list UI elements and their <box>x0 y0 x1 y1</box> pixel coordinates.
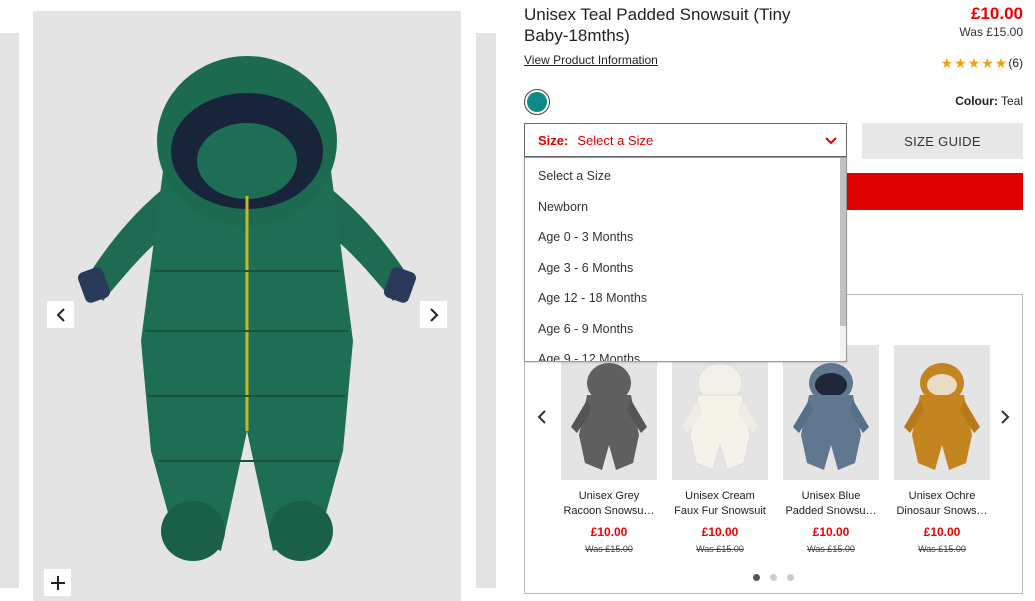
next-image-peek <box>476 33 496 588</box>
product-card-name: Unisex Grey Racoon Snowsu… <box>563 490 655 517</box>
size-option[interactable]: Age 0 - 3 Months <box>525 219 846 250</box>
size-option[interactable]: Age 6 - 9 Months <box>525 311 846 342</box>
star-icon: ★ <box>994 55 1008 71</box>
product-price: £10.00 <box>971 4 1023 23</box>
size-value: Select a Size <box>577 132 654 148</box>
product-card-name: Unisex Ochre Dinosaur Snows… <box>896 490 988 517</box>
size-option[interactable]: Age 3 - 6 Months <box>525 250 846 281</box>
product-card[interactable]: Unisex Ochre Dinosaur Snows… £10.00 Was … <box>894 345 990 554</box>
size-option[interactable]: Newborn <box>525 189 846 220</box>
product-card-name: Unisex Blue Padded Snowsu… <box>785 490 877 517</box>
chevron-left-icon <box>537 410 546 424</box>
snowsuit-image <box>78 56 416 561</box>
size-label: Size: <box>538 132 569 148</box>
star-icon: ★ <box>967 55 981 71</box>
carousel-dot[interactable] <box>787 574 794 581</box>
plus-icon <box>50 575 65 590</box>
star-icon: ★ <box>981 55 994 71</box>
product-card-was-price: Was £15.00 <box>918 544 966 554</box>
product-card-price: £10.00 <box>701 525 739 539</box>
chevron-down-icon <box>825 137 837 145</box>
chevron-right-icon <box>1001 410 1010 424</box>
colour-label: Colour: <box>955 94 998 108</box>
colour-indicator: Colour: Teal <box>955 94 1023 108</box>
carousel-dot[interactable] <box>770 574 777 581</box>
size-option[interactable]: Select a Size <box>525 158 846 189</box>
chevron-left-icon <box>56 307 65 322</box>
rating[interactable]: ★ ★ ★ ★ ★ (6) <box>941 56 1023 70</box>
product-card-was-price: Was £15.00 <box>585 544 633 554</box>
carousel-prev-button[interactable] <box>537 410 547 429</box>
star-icon: ★ <box>940 55 954 71</box>
previous-image-peek <box>0 33 19 588</box>
product-card-image <box>561 345 657 480</box>
size-guide-button[interactable]: SIZE GUIDE <box>862 123 1023 159</box>
product-card[interactable]: Unisex Cream Faux Fur Snowsuit (Ti… £10.… <box>672 345 768 554</box>
size-option[interactable]: Age 12 - 18 Months <box>525 280 846 311</box>
gallery-next-button[interactable] <box>420 301 447 328</box>
carousel-pagination <box>525 574 1022 581</box>
product-card-image <box>672 345 768 480</box>
zoom-button[interactable] <box>44 569 71 596</box>
carousel-next-button[interactable] <box>1000 410 1010 429</box>
colour-value: Teal <box>1000 94 1023 108</box>
product-card-price: £10.00 <box>812 525 850 539</box>
product-title: Unisex Teal Padded Snowsuit (Tiny Baby-1… <box>524 5 791 45</box>
product-card-image <box>783 345 879 480</box>
product-card-image <box>894 345 990 480</box>
product-card[interactable]: Unisex Blue Padded Snowsu… £10.00 Was £1… <box>783 345 879 554</box>
colour-swatch-teal[interactable] <box>524 89 550 115</box>
star-icon: ★ <box>954 55 967 71</box>
product-card-price: £10.00 <box>590 525 628 539</box>
size-option[interactable]: Age 9 - 12 Months <box>525 341 846 361</box>
gallery-prev-button[interactable] <box>47 301 74 328</box>
was-price: Was £15.00 <box>959 25 1023 39</box>
product-image-gallery <box>33 11 461 601</box>
product-card-was-price: Was £15.00 <box>696 544 744 554</box>
size-select[interactable]: Size: Select a Size <box>524 123 847 157</box>
size-dropdown: Select a Size Newborn Age 0 - 3 Months A… <box>524 157 847 362</box>
chevron-right-icon <box>429 307 438 322</box>
product-card[interactable]: Unisex Grey Racoon Snowsu… £10.00 Was £1… <box>561 345 657 554</box>
dropdown-scrollbar[interactable] <box>840 158 846 361</box>
review-count: (6) <box>1008 56 1023 70</box>
product-card-name: Unisex Cream Faux Fur Snowsuit (Ti… <box>674 490 766 517</box>
carousel-dot[interactable] <box>753 574 760 581</box>
product-card-price: £10.00 <box>923 525 961 539</box>
view-product-information-link[interactable]: View Product Information <box>524 53 658 67</box>
product-card-was-price: Was £15.00 <box>807 544 855 554</box>
